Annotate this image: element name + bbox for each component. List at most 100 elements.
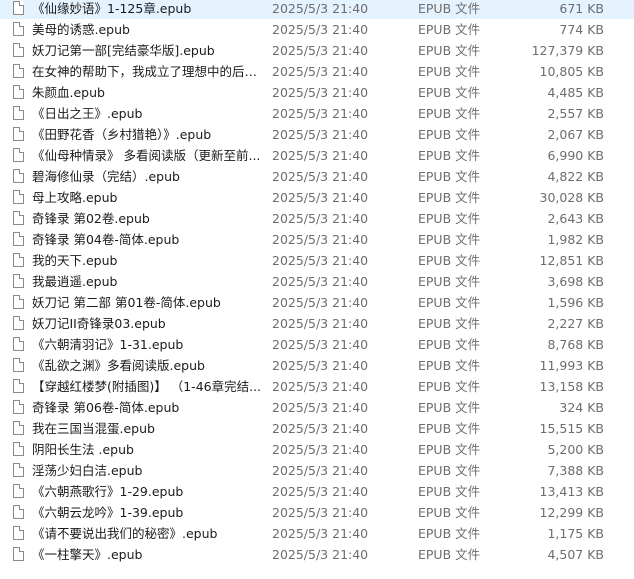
- file-size: 13,158 KB: [539, 379, 604, 394]
- file-modified-date: 2025/5/3 21:40: [272, 43, 369, 58]
- file-row[interactable]: 美母的诱惑.epub 2025/5/3 21:40 EPUB 文件 774 KB: [0, 19, 634, 40]
- file-name: 朱颜血.epub: [32, 85, 105, 100]
- file-modified-date: 2025/5/3 21:40: [272, 1, 369, 16]
- file-name: 奇锋录 第02卷.epub: [32, 211, 150, 226]
- file-row[interactable]: 《六朝清羽记》1-31.epub 2025/5/3 21:40 EPUB 文件 8,7…: [0, 334, 634, 355]
- file-icon: [13, 211, 24, 225]
- file-modified-date: 2025/5/3 21:40: [272, 442, 369, 457]
- file-modified-date: 2025/5/3 21:40: [272, 337, 369, 352]
- file-row[interactable]: 妖刀记 第二部 第01卷-简体.epub 2025/5/3 21:40 EPUB 文…: [0, 292, 634, 313]
- file-row[interactable]: 《仙缘妙语》1-125章.epub 2025/5/3 21:40 EPUB 文件 67…: [0, 0, 634, 19]
- file-type: EPUB 文件: [418, 22, 481, 37]
- file-name: 《乱欲之渊》多看阅读版.epub: [32, 358, 205, 373]
- file-row[interactable]: 我在三国当混蛋.epub 2025/5/3 21:40 EPUB 文件 15,515 …: [0, 418, 634, 439]
- file-name: 妖刀记 第二部 第01卷-简体.epub: [32, 295, 221, 310]
- file-name: 阴阳长生法 .epub: [32, 442, 134, 457]
- file-type: EPUB 文件: [418, 337, 481, 352]
- file-type: EPUB 文件: [418, 400, 481, 415]
- file-icon: [13, 484, 24, 498]
- file-row[interactable]: 阴阳长生法 .epub 2025/5/3 21:40 EPUB 文件 5,200 KB: [0, 439, 634, 460]
- file-size: 2,067 KB: [547, 127, 604, 142]
- file-icon: [13, 106, 24, 120]
- file-type: EPUB 文件: [418, 1, 481, 16]
- file-name: 妖刀记第一部[完结豪华版].epub: [32, 43, 215, 58]
- file-modified-date: 2025/5/3 21:40: [272, 505, 369, 520]
- file-name: 碧海修仙录（完结）.epub: [32, 169, 180, 184]
- file-name: 《六朝清羽记》1-31.epub: [32, 337, 184, 352]
- file-icon: [13, 22, 24, 36]
- file-row[interactable]: 妖刀记II奇锋录03.epub 2025/5/3 21:40 EPUB 文件 2,22…: [0, 313, 634, 334]
- file-size: 5,200 KB: [547, 442, 604, 457]
- file-icon: [13, 400, 24, 414]
- file-size: 12,299 KB: [539, 505, 604, 520]
- file-type: EPUB 文件: [418, 232, 481, 247]
- file-row[interactable]: 妖刀记第一部[完结豪华版].epub 2025/5/3 21:40 EPUB 文件 1…: [0, 40, 634, 61]
- file-name: 在女神的帮助下，我成立了理想中的后宫...: [32, 64, 268, 79]
- file-modified-date: 2025/5/3 21:40: [272, 421, 369, 436]
- file-list: 《仙缘妙语》1-125章.epub 2025/5/3 21:40 EPUB 文件 67…: [0, 0, 634, 579]
- file-modified-date: 2025/5/3 21:40: [272, 253, 369, 268]
- file-type: EPUB 文件: [418, 547, 481, 562]
- file-size: 2,227 KB: [547, 316, 604, 331]
- file-row[interactable]: 奇锋录 第02卷.epub 2025/5/3 21:40 EPUB 文件 2,643 …: [0, 208, 634, 229]
- file-name: 《六朝云龙吟》1-39.epub: [32, 505, 184, 520]
- file-name: 《六朝燕歌行》1-29.epub: [32, 484, 184, 499]
- file-icon: [13, 316, 24, 330]
- file-row[interactable]: 《六朝燕歌行》1-29.epub 2025/5/3 21:40 EPUB 文件 13,…: [0, 481, 634, 502]
- file-row[interactable]: 奇锋录 第06卷-简体.epub 2025/5/3 21:40 EPUB 文件 324…: [0, 397, 634, 418]
- file-name: 母上攻略.epub: [32, 190, 118, 205]
- file-icon: [13, 526, 24, 540]
- file-modified-date: 2025/5/3 21:40: [272, 358, 369, 373]
- file-row[interactable]: 碧海修仙录（完结）.epub 2025/5/3 21:40 EPUB 文件 4,822…: [0, 166, 634, 187]
- file-icon: [13, 43, 24, 57]
- file-row[interactable]: 《田野花香（乡村猎艳）》.epub 2025/5/3 21:40 EPUB 文件 2,…: [0, 124, 634, 145]
- file-row[interactable]: 《乱欲之渊》多看阅读版.epub 2025/5/3 21:40 EPUB 文件 11,…: [0, 355, 634, 376]
- file-type: EPUB 文件: [418, 106, 481, 121]
- file-size: 7,388 KB: [547, 463, 604, 478]
- file-size: 1,175 KB: [547, 526, 604, 541]
- file-type: EPUB 文件: [418, 526, 481, 541]
- file-icon: [13, 127, 24, 141]
- file-row[interactable]: 《请不要说出我们的秘密》.epub 2025/5/3 21:40 EPUB 文件 1,…: [0, 523, 634, 544]
- file-row[interactable]: 奇锋录 第04卷-简体.epub 2025/5/3 21:40 EPUB 文件 1,9…: [0, 229, 634, 250]
- file-row[interactable]: 《六朝云龙吟》1-39.epub 2025/5/3 21:40 EPUB 文件 12,…: [0, 502, 634, 523]
- file-name: 奇锋录 第06卷-简体.epub: [32, 400, 180, 415]
- file-row[interactable]: 我最逍遥.epub 2025/5/3 21:40 EPUB 文件 3,698 KB: [0, 271, 634, 292]
- file-modified-date: 2025/5/3 21:40: [272, 463, 369, 478]
- file-icon: [13, 85, 24, 99]
- file-icon: [13, 190, 24, 204]
- file-row[interactable]: 《一柱擎天》.epub 2025/5/3 21:40 EPUB 文件 4,507 KB: [0, 544, 634, 565]
- file-modified-date: 2025/5/3 21:40: [272, 379, 369, 394]
- file-name: 《一柱擎天》.epub: [32, 547, 143, 562]
- file-icon: [13, 379, 24, 393]
- file-size: 2,643 KB: [547, 211, 604, 226]
- file-name: 【穿越红楼梦(附插图)】 （1-46章完结...: [32, 379, 262, 394]
- file-row[interactable]: 【穿越红楼梦(附插图)】 （1-46章完结... 2025/5/3 21:40 EP…: [0, 376, 634, 397]
- file-modified-date: 2025/5/3 21:40: [272, 148, 369, 163]
- file-type: EPUB 文件: [418, 169, 481, 184]
- file-size: 6,990 KB: [547, 148, 604, 163]
- file-type: EPUB 文件: [418, 43, 481, 58]
- file-row[interactable]: 朱颜血.epub 2025/5/3 21:40 EPUB 文件 4,485 KB: [0, 82, 634, 103]
- file-size: 4,822 KB: [547, 169, 604, 184]
- file-row[interactable]: 母上攻略.epub 2025/5/3 21:40 EPUB 文件 30,028 KB: [0, 187, 634, 208]
- file-row[interactable]: 《日出之王》.epub 2025/5/3 21:40 EPUB 文件 2,557 KB: [0, 103, 634, 124]
- file-size: 10,805 KB: [539, 64, 604, 79]
- file-icon: [13, 232, 24, 246]
- file-type: EPUB 文件: [418, 253, 481, 268]
- file-row[interactable]: 淫荡少妇白洁.epub 2025/5/3 21:40 EPUB 文件 7,388 KB: [0, 460, 634, 481]
- file-size: 127,379 KB: [531, 43, 604, 58]
- file-row[interactable]: 在女神的帮助下，我成立了理想中的后宫... 2025/5/3 21:40 EPUB …: [0, 61, 634, 82]
- file-row[interactable]: 我的天下.epub 2025/5/3 21:40 EPUB 文件 12,851 KB: [0, 250, 634, 271]
- file-size: 8,768 KB: [547, 337, 604, 352]
- file-name: 我在三国当混蛋.epub: [32, 421, 155, 436]
- file-size: 15,515 KB: [539, 421, 604, 436]
- file-modified-date: 2025/5/3 21:40: [272, 64, 369, 79]
- file-modified-date: 2025/5/3 21:40: [272, 232, 369, 247]
- file-type: EPUB 文件: [418, 274, 481, 289]
- file-row[interactable]: 《仙母种情录》 多看阅读版（更新至前... 2025/5/3 21:40 EPUB …: [0, 145, 634, 166]
- file-size: 1,982 KB: [547, 232, 604, 247]
- file-size: 324 KB: [559, 400, 604, 415]
- file-name: 我最逍遥.epub: [32, 274, 118, 289]
- file-icon: [13, 505, 24, 519]
